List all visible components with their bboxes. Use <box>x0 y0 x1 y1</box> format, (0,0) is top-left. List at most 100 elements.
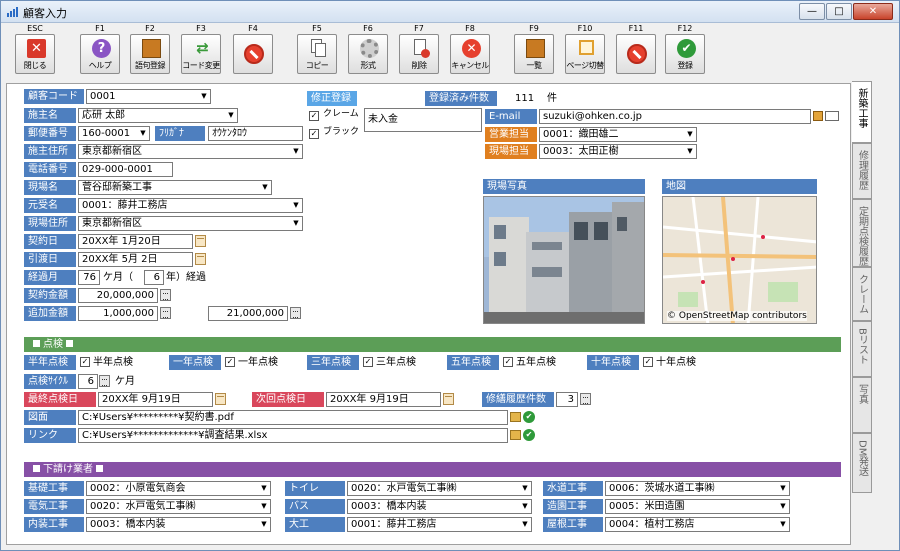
chevron-down-icon[interactable]: ▼ <box>258 482 270 495</box>
additional-amount-field[interactable]: 1,000,000 <box>78 306 158 321</box>
chevron-down-icon[interactable]: ▼ <box>684 128 696 141</box>
map-view[interactable]: © OpenStreetMap contributors <box>662 196 817 324</box>
folder-icon[interactable] <box>510 412 521 422</box>
contract-amount-field[interactable]: 20,000,000 <box>78 288 158 303</box>
black-checkbox[interactable]: ✓ <box>309 129 319 139</box>
tab-new-construction[interactable]: 新築工事 <box>852 81 872 143</box>
format-button[interactable]: F6 形式 <box>348 23 388 74</box>
water-field[interactable]: 0006：茨城水道工事㈱ ▼ <box>605 481 790 496</box>
tab-dm-shipping[interactable]: DM発送 <box>852 433 872 493</box>
calendar-icon[interactable] <box>195 235 206 247</box>
landscaping-field[interactable]: 0005：米田造園 ▼ <box>605 499 790 514</box>
link-path-field[interactable]: C:¥Users¥*************¥調査結果.xlsx <box>78 428 508 443</box>
esc-close-button[interactable]: ESC ✕ 閉じる <box>15 23 55 74</box>
drawing-path-field[interactable]: C:¥Users¥*********¥契約書.pdf <box>78 410 508 425</box>
book-icon[interactable] <box>813 111 823 121</box>
chevron-down-icon[interactable]: ▼ <box>777 518 789 531</box>
phone-field[interactable]: 029-000-0001 <box>78 162 173 177</box>
check-icon[interactable]: ✔ <box>523 429 535 441</box>
roofing-field[interactable]: 0004：植村工務店 ▼ <box>605 517 790 532</box>
help-button[interactable]: F1? ヘルプ <box>80 23 120 74</box>
register-button[interactable]: F12 ✔ 登録 <box>665 23 705 74</box>
link-label: リンク <box>24 428 76 443</box>
three-year-checkbox[interactable]: ✓ <box>363 357 373 367</box>
tab-repair-history[interactable]: 修理履歴 <box>852 143 872 199</box>
chevron-down-icon[interactable]: ▼ <box>290 217 302 230</box>
chevron-down-icon[interactable]: ▼ <box>137 127 149 140</box>
chevron-down-icon[interactable]: ▼ <box>519 500 531 513</box>
customer-code-field[interactable]: 0001 ▼ <box>86 89 211 104</box>
term-register-button[interactable]: F2 語句登録 <box>130 23 170 74</box>
cancel-button[interactable]: F8 ✕ キャンセル <box>450 23 490 74</box>
email-field[interactable]: suzuki@ohken.co.jp <box>539 109 811 124</box>
last-inspection-field[interactable]: 20XX年 9月19日 <box>98 392 213 407</box>
tab-claims[interactable]: クレーム <box>852 267 872 321</box>
maximize-button[interactable]: □ <box>826 3 852 20</box>
site-rep-field[interactable]: 0003：太田正樹 ▼ <box>539 144 697 159</box>
f11-button[interactable]: F11 <box>616 23 656 74</box>
delete-button[interactable]: F7 削除 <box>399 23 439 74</box>
chevron-down-icon[interactable]: ▼ <box>198 90 210 103</box>
calendar-icon[interactable] <box>215 393 226 405</box>
furigana-field[interactable]: ｵｳｹﾝﾀﾛｳ <box>208 126 303 141</box>
site-name-field[interactable]: 菅谷邸新築工事 ▼ <box>78 180 272 195</box>
additional-amount-label: 追加金額 <box>24 306 76 321</box>
client-address-field[interactable]: 東京都新宿区 ▼ <box>78 144 303 159</box>
chevron-down-icon[interactable]: ▼ <box>259 181 271 194</box>
check-icon[interactable]: ✔ <box>523 411 535 423</box>
claim-checkbox[interactable]: ✓ <box>309 111 319 121</box>
chevron-down-icon[interactable]: ▼ <box>258 518 270 531</box>
calendar-icon[interactable] <box>195 253 206 265</box>
contract-date-field[interactable]: 20XX年 1月20日 <box>78 234 193 249</box>
five-year-checkbox[interactable]: ✓ <box>503 357 513 367</box>
copy-button[interactable]: F5 コピー <box>297 23 337 74</box>
next-inspection-field[interactable]: 20XX年 9月19日 <box>326 392 441 407</box>
calculator-icon[interactable] <box>580 393 591 405</box>
calendar-icon[interactable] <box>443 393 454 405</box>
cycle-field[interactable]: 6 <box>78 374 98 389</box>
client-address-label: 施主住所 <box>24 144 76 159</box>
calculator-icon[interactable] <box>99 375 110 387</box>
mail-icon[interactable] <box>825 111 839 121</box>
close-window-button[interactable]: ✕ <box>853 3 893 20</box>
folder-icon[interactable] <box>510 430 521 440</box>
client-name-field[interactable]: 応研 太郎 ▼ <box>78 108 238 123</box>
calculator-icon[interactable] <box>290 307 301 319</box>
ten-year-checkbox[interactable]: ✓ <box>643 357 653 367</box>
bath-field[interactable]: 0003：橋本内装 ▼ <box>347 499 532 514</box>
interior-field[interactable]: 0003：橋本内装 ▼ <box>86 517 271 532</box>
foundation-field[interactable]: 0002：小原電気商会 ▼ <box>86 481 271 496</box>
site-address-field[interactable]: 東京都新宿区 ▼ <box>78 216 303 231</box>
roofing-label: 屋根工事 <box>543 517 603 532</box>
toilet-field[interactable]: 0020：水戸電気工事㈱ ▼ <box>347 481 532 496</box>
tab-photos[interactable]: 写真 <box>852 377 872 433</box>
chevron-down-icon[interactable]: ▼ <box>225 109 237 122</box>
minimize-button[interactable]: — <box>799 3 825 20</box>
unpaid-field[interactable]: 未入金 <box>364 108 482 132</box>
chevron-down-icon[interactable]: ▼ <box>519 482 531 495</box>
chevron-down-icon[interactable]: ▼ <box>777 482 789 495</box>
list-button[interactable]: F9 一覧 <box>514 23 554 74</box>
chevron-down-icon[interactable]: ▼ <box>519 518 531 531</box>
code-change-button[interactable]: F3 ⇄ コード変更 <box>181 23 221 74</box>
delivery-date-field[interactable]: 20XX年 5月 2日 <box>78 252 193 267</box>
tab-b-list[interactable]: Bリスト <box>852 321 872 377</box>
chevron-down-icon[interactable]: ▼ <box>290 199 302 212</box>
calculator-icon[interactable] <box>160 307 171 319</box>
chevron-down-icon[interactable]: ▼ <box>290 145 302 158</box>
chevron-down-icon[interactable]: ▼ <box>258 500 270 513</box>
chevron-down-icon[interactable]: ▼ <box>684 145 696 158</box>
page-switch-button[interactable]: F10 ページ切替 <box>565 23 605 74</box>
tab-periodic-inspection[interactable]: 定期点検履歴 <box>852 199 872 267</box>
carpenter-field[interactable]: 0001：藤井工務店 ▼ <box>347 517 532 532</box>
contractor-field[interactable]: 0001：藤井工務店 ▼ <box>78 198 303 213</box>
one-year-checkbox[interactable]: ✓ <box>225 357 235 367</box>
electric-field[interactable]: 0020：水戸電気工事㈱ ▼ <box>86 499 271 514</box>
f4-button[interactable]: F4 <box>233 23 273 74</box>
sales-rep-field[interactable]: 0001：織田雄二 ▼ <box>539 127 697 142</box>
chevron-down-icon[interactable]: ▼ <box>777 500 789 513</box>
postal-field[interactable]: 160-0001 ▼ <box>78 126 150 141</box>
half-year-checkbox[interactable]: ✓ <box>80 357 90 367</box>
site-photo[interactable] <box>483 196 645 324</box>
calculator-icon[interactable] <box>160 289 171 301</box>
